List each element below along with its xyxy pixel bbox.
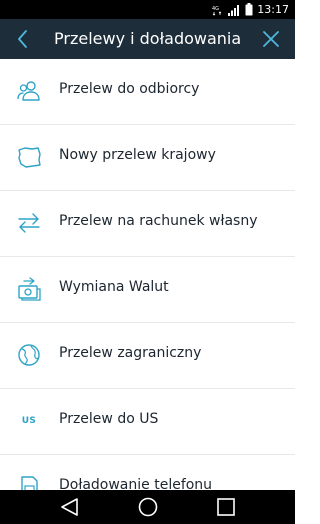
home-circle-icon[interactable] xyxy=(136,496,160,518)
sim-card-icon xyxy=(16,475,42,490)
menu-item-przelew-do-us[interactable]: US Przelew do US xyxy=(0,389,295,455)
app-bar: Przelewy i doładowania xyxy=(0,19,295,59)
transfer-arrows-icon xyxy=(16,211,42,235)
svg-text:4G: 4G xyxy=(212,6,219,12)
status-bar: 4G 13:17 xyxy=(0,0,295,19)
menu-item-label: Nowy przelew krajowy xyxy=(59,147,216,163)
menu-item-label: Przelew na rachunek własny xyxy=(59,213,258,229)
status-icons: 4G 13:17 xyxy=(212,1,289,18)
menu-item-nowy-przelew-krajowy[interactable]: Nowy przelew krajowy xyxy=(0,125,295,191)
status-time: 13:17 xyxy=(257,3,289,16)
menu-item-przelew-do-odbiorcy[interactable]: Przelew do odbiorcy xyxy=(0,59,295,125)
battery-icon xyxy=(245,3,253,16)
close-icon[interactable] xyxy=(259,27,283,51)
menu-item-label: Przelew zagraniczny xyxy=(59,345,202,361)
globe-icon xyxy=(16,343,42,367)
system-nav-bar xyxy=(0,490,295,524)
menu-item-label: Przelew do odbiorcy xyxy=(59,81,200,97)
menu-item-przelew-zagraniczny[interactable]: Przelew zagraniczny xyxy=(0,323,295,389)
menu-item-label: Wymiana Walut xyxy=(59,279,169,295)
menu-item-label: Przelew do US xyxy=(59,411,159,427)
recents-square-icon[interactable] xyxy=(214,496,238,518)
back-triangle-icon[interactable] xyxy=(58,496,82,518)
menu-item-przelew-na-rachunek-wlasny[interactable]: Przelew na rachunek własny xyxy=(0,191,295,257)
menu-item-doladowanie-telefonu[interactable]: Doładowanie telefonu xyxy=(0,455,295,490)
transfer-menu-list: Przelew do odbiorcy Nowy przelew krajowy… xyxy=(0,59,295,490)
menu-item-label: Doładowanie telefonu xyxy=(59,477,213,490)
lte-icon: 4G xyxy=(212,6,222,16)
poland-map-icon xyxy=(16,145,42,169)
currency-exchange-icon xyxy=(16,277,42,301)
chevron-left-icon[interactable] xyxy=(11,25,35,53)
menu-item-wymiana-walut[interactable]: Wymiana Walut xyxy=(0,257,295,323)
page-title: Przelewy i doładowania xyxy=(54,29,242,48)
recipients-icon xyxy=(16,79,42,103)
us-text-icon: US xyxy=(21,416,37,426)
signal-icon xyxy=(228,4,240,16)
